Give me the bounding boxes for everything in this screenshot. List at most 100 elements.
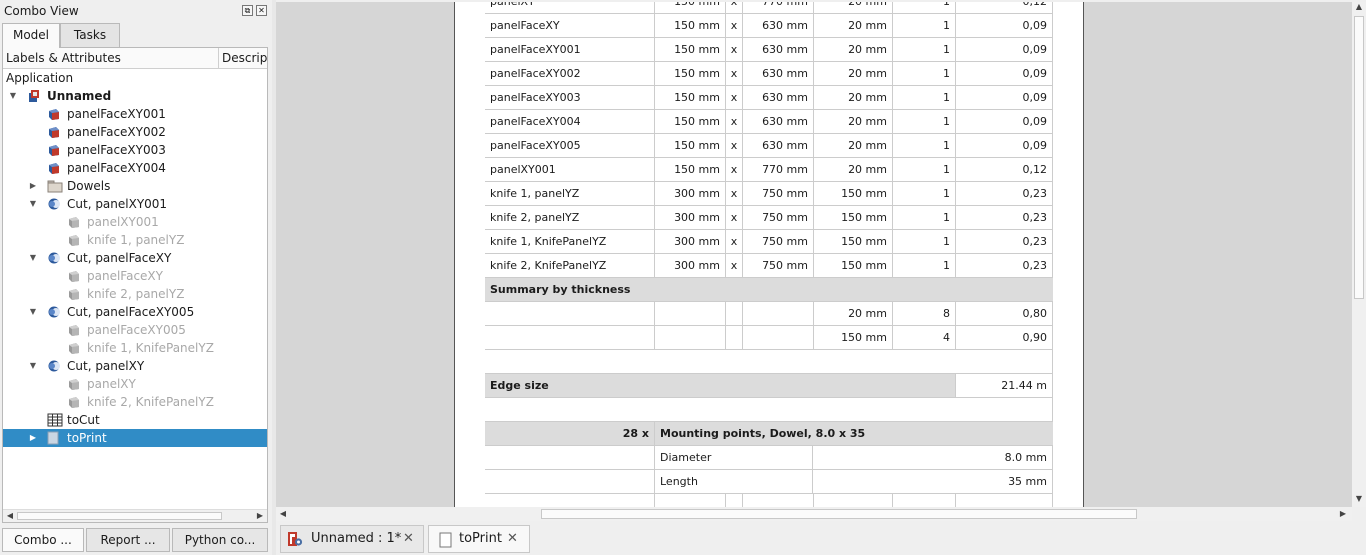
tree-item-label: toCut: [67, 413, 100, 427]
tree-item-label: panelXY001: [87, 215, 159, 229]
tree-item-label: Cut, panelFaceXY005: [67, 305, 195, 319]
tree-item[interactable]: ▼ Unnamed: [3, 87, 267, 105]
tab-report-view[interactable]: Report ...: [86, 528, 170, 552]
tree-item[interactable]: Application: [3, 69, 267, 87]
page-horizontal-scrollbar[interactable]: ◀ ▶: [276, 507, 1352, 521]
width-cell: 150 mm: [655, 86, 726, 110]
quantity-cell: 1: [893, 38, 956, 62]
empty-cell: [655, 302, 726, 326]
tree-item[interactable]: knife 2, panelYZ: [3, 285, 267, 303]
tree-item[interactable]: panelXY001: [3, 213, 267, 231]
tree-item[interactable]: ▼ Cut, panelXY: [3, 357, 267, 375]
thickness-cell: 20 mm: [814, 302, 893, 326]
spreadsheet-icon: [47, 413, 63, 427]
width-cell: 300 mm: [655, 182, 726, 206]
times-cell: x: [726, 2, 743, 14]
property-label: Diameter: [655, 446, 813, 470]
tree-item-label: Cut, panelXY: [67, 359, 145, 373]
scroll-left-icon[interactable]: ◀: [3, 511, 17, 520]
collapse-arrow-icon[interactable]: ▼: [28, 249, 38, 267]
part-name-cell: knife 2, panelYZ: [485, 206, 655, 230]
height-cell: 750 mm: [743, 254, 814, 278]
column-labels-attributes[interactable]: Labels & Attributes: [6, 51, 216, 65]
tree-item[interactable]: ▶ Dowels: [3, 177, 267, 195]
tab-combo-view[interactable]: Combo ...: [2, 528, 84, 552]
tree-item[interactable]: ▼ Cut, panelFaceXY005: [3, 303, 267, 321]
width-cell: 150 mm: [655, 62, 726, 86]
tree-horizontal-scrollbar[interactable]: ◀ ▶: [3, 509, 267, 522]
thickness-cell: 150 mm: [814, 182, 893, 206]
part-name-cell: panelFaceXY001: [485, 38, 655, 62]
tree-item[interactable]: knife 1, panelYZ: [3, 231, 267, 249]
horizontal-scroll-thumb[interactable]: [541, 509, 1137, 519]
width-cell: 150 mm: [655, 2, 726, 14]
scroll-down-icon[interactable]: ▼: [1352, 494, 1366, 503]
float-panel-icon[interactable]: ⧉: [242, 5, 253, 16]
expand-arrow-icon[interactable]: ▶: [28, 177, 38, 195]
tab-model[interactable]: Model: [2, 23, 60, 48]
quantity-cell: 1: [893, 62, 956, 86]
summary-header-row: Summary by thickness: [485, 278, 1053, 302]
page-view[interactable]: panelXY150 mmx770 mm20 mm10,12panelFaceX…: [276, 2, 1352, 507]
height-cell: 630 mm: [743, 110, 814, 134]
tab-python-console[interactable]: Python co...: [172, 528, 268, 552]
area-cell: 0,80: [956, 302, 1053, 326]
tree-item-label: Unnamed: [47, 89, 112, 103]
part-name-cell: knife 1, panelYZ: [485, 182, 655, 206]
part-box-icon: [47, 107, 61, 121]
tab-toprint-page[interactable]: toPrint ✕: [428, 525, 530, 553]
width-cell: 150 mm: [655, 14, 726, 38]
edge-size-value: 21.44 m: [956, 374, 1053, 398]
empty-cell: [743, 302, 814, 326]
close-tab-icon[interactable]: ✕: [507, 526, 518, 552]
collapse-arrow-icon[interactable]: ▼: [28, 303, 38, 321]
empty-cell: [655, 326, 726, 350]
column-description[interactable]: Descrip: [222, 51, 267, 65]
tree-item[interactable]: ▼ Cut, panelXY001: [3, 195, 267, 213]
thickness-cell: 20 mm: [814, 14, 893, 38]
tree-item[interactable]: knife 1, KnifePanelYZ: [3, 339, 267, 357]
tree-item[interactable]: toCut: [3, 411, 267, 429]
close-panel-icon[interactable]: ✕: [256, 5, 267, 16]
vertical-scroll-thumb[interactable]: [1354, 16, 1364, 299]
tree-item[interactable]: panelFaceXY003: [3, 141, 267, 159]
tree-item[interactable]: panelFaceXY005: [3, 321, 267, 339]
tab-tasks[interactable]: Tasks: [60, 23, 120, 47]
scroll-right-icon[interactable]: ▶: [1336, 509, 1350, 518]
empty-cell: [726, 302, 743, 326]
part-name-cell: knife 2, KnifePanelYZ: [485, 254, 655, 278]
column-divider[interactable]: [218, 48, 219, 68]
width-cell: 300 mm: [655, 206, 726, 230]
collapse-arrow-icon[interactable]: ▼: [8, 87, 18, 105]
scroll-up-icon[interactable]: ▲: [1352, 2, 1366, 11]
tab-unnamed-document[interactable]: Unnamed : 1* ✕: [280, 525, 424, 553]
page-vertical-scrollbar[interactable]: ▲ ▼: [1352, 2, 1366, 507]
tree-item[interactable]: ▶ toPrint: [3, 429, 267, 447]
tree-item-label: panelFaceXY004: [67, 161, 166, 175]
collapse-arrow-icon[interactable]: ▼: [28, 195, 38, 213]
times-cell: x: [726, 110, 743, 134]
tree-item[interactable]: panelFaceXY001: [3, 105, 267, 123]
times-cell: x: [726, 206, 743, 230]
collapse-arrow-icon[interactable]: ▼: [28, 357, 38, 375]
scroll-left-icon[interactable]: ◀: [276, 509, 290, 518]
area-cell: 0,09: [956, 14, 1053, 38]
cut-icon: [47, 197, 61, 211]
scroll-right-icon[interactable]: ▶: [253, 511, 267, 520]
tree-item[interactable]: panelFaceXY004: [3, 159, 267, 177]
tree-item[interactable]: panelFaceXY: [3, 267, 267, 285]
tree-item-label: panelFaceXY005: [87, 323, 186, 337]
empty-cell: [655, 494, 726, 507]
spacer-row: [485, 350, 1053, 374]
part-name-cell: panelFaceXY005: [485, 134, 655, 158]
tree-item[interactable]: knife 2, KnifePanelYZ: [3, 393, 267, 411]
expand-arrow-icon[interactable]: ▶: [28, 429, 38, 447]
tree-item[interactable]: panelFaceXY002: [3, 123, 267, 141]
tree-item[interactable]: ▼ Cut, panelFaceXY: [3, 249, 267, 267]
times-cell: x: [726, 254, 743, 278]
tree-scroll-thumb[interactable]: [17, 512, 222, 520]
mounting-property-row: Length 35 mm: [485, 470, 1053, 494]
close-tab-icon[interactable]: ✕: [403, 526, 414, 552]
empty-cell: [485, 326, 655, 350]
tree-item[interactable]: panelXY: [3, 375, 267, 393]
